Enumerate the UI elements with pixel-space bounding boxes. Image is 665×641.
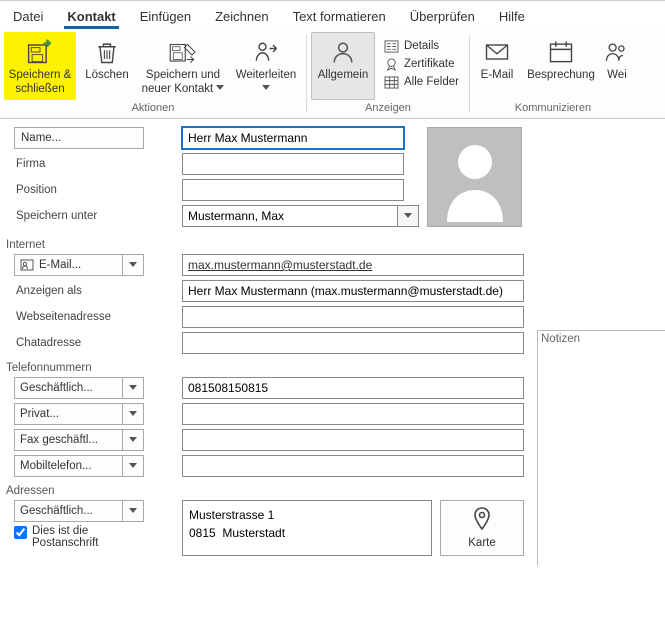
email-type-dropdown[interactable] [122,254,144,276]
menu-tabs: Datei Kontakt Einfügen Zeichnen Text for… [0,0,665,29]
tel-priv-dropdown[interactable] [122,403,144,425]
tel-biz-button[interactable]: Geschäftlich... [14,377,122,399]
postal-checkbox[interactable] [14,526,27,539]
addr-biz-dropdown[interactable] [122,500,144,522]
view-general-label: Allgemein [318,69,369,97]
view-allfields-button[interactable]: Alle Felder [379,74,463,90]
view-allfields-label: Alle Felder [404,76,459,88]
name-button[interactable]: Name... [14,127,144,149]
firma-label: Firma [14,158,144,170]
ribbon-group-komm-label: Kommunizieren [515,100,591,116]
view-sublist: Details Zertifikate Alle Felder [377,32,465,90]
email-type-button[interactable]: E-Mail... [14,254,122,276]
save-close-label: Speichern & schließen [7,69,73,97]
view-details-button[interactable]: Details [379,38,463,54]
postal-checkbox-wrap[interactable]: Dies ist die Postanschrift [14,522,142,549]
forward-label: Weiterleiten [233,69,299,97]
anzeigen-als-input[interactable] [182,280,524,302]
chat-input[interactable] [182,332,524,354]
tab-kontakt[interactable]: Kontakt [64,5,118,29]
speichern-unter-label: Speichern unter [14,210,144,222]
details-icon [383,39,399,53]
view-general-button[interactable]: Allgemein [311,32,375,100]
tel-fax-button[interactable]: Fax geschäftl... [14,429,122,451]
view-details-label: Details [404,40,439,52]
address-input[interactable] [182,500,432,556]
view-certs-label: Zertifikate [404,58,455,70]
ribbon: Speichern & schließen Löschen Speichern … [0,29,665,119]
meeting-label: Besprechung [527,69,595,97]
tel-fax-dropdown[interactable] [122,429,144,451]
tel-biz-dropdown[interactable] [122,377,144,399]
view-certs-button[interactable]: Zertifikate [379,56,463,72]
tab-einfuegen[interactable]: Einfügen [137,5,194,29]
speichern-unter-input[interactable] [182,205,397,227]
email-label: E-Mail [481,69,514,97]
calendar-icon [545,37,577,67]
trash-icon [91,37,123,67]
people-icon [601,37,633,67]
postal-checkbox-label: Dies ist die Postanschrift [32,525,142,549]
name-input[interactable] [182,127,404,149]
tel-mobil-input[interactable] [182,455,524,477]
tab-datei[interactable]: Datei [10,5,46,29]
notes-label: Notizen [538,331,665,347]
ribbon-group-anzeigen: Allgemein Details Zertifikate Alle Felde… [307,29,469,118]
more-comm-label: Wei [607,69,627,97]
tab-zeichnen[interactable]: Zeichnen [212,5,271,29]
delete-label: Löschen [85,69,128,97]
certificate-icon [383,57,399,71]
meeting-button[interactable]: Besprechung [522,32,600,100]
position-label: Position [14,184,144,196]
ribbon-group-kommunizieren: E-Mail Besprechung Wei Kommunizieren [470,29,636,118]
person-icon [327,37,359,67]
tab-text-formatieren[interactable]: Text formatieren [290,5,389,29]
tel-fax-input[interactable] [182,429,524,451]
save-close-button[interactable]: Speichern & schließen [4,32,76,100]
email-type-label: E-Mail... [39,259,81,271]
addr-biz-button[interactable]: Geschäftlich... [14,500,122,522]
tel-priv-input[interactable] [182,403,524,425]
tel-biz-input[interactable] [182,377,524,399]
speichern-unter-dropdown[interactable] [397,205,419,227]
position-input[interactable] [182,179,404,201]
chat-label: Chatadresse [14,337,144,349]
tab-hilfe[interactable]: Hilfe [496,5,528,29]
web-input[interactable] [182,306,524,328]
forward-icon [250,37,282,67]
save-new-contact-button[interactable]: Speichern und neuer Kontakt [138,32,228,100]
section-internet: Internet [6,239,659,251]
envelope-icon [481,37,513,67]
map-pin-icon [471,507,493,534]
tel-mobil-button[interactable]: Mobiltelefon... [14,455,122,477]
ribbon-group-aktionen: Speichern & schließen Löschen Speichern … [0,29,306,118]
anzeigen-als-label: Anzeigen als [14,285,144,297]
email-button[interactable]: E-Mail [474,32,520,100]
tab-ueberpruefen[interactable]: Überprüfen [407,5,478,29]
save-new-icon [167,37,199,67]
contact-photo[interactable] [427,127,522,227]
more-comm-button[interactable]: Wei [602,32,632,100]
contact-card-icon [20,258,34,272]
tel-mobil-dropdown[interactable] [122,455,144,477]
ribbon-group-anzeigen-label: Anzeigen [365,100,411,116]
map-button-label: Karte [468,537,496,549]
tel-priv-button[interactable]: Privat... [14,403,122,425]
ribbon-group-aktionen-label: Aktionen [132,100,175,116]
save-close-icon [24,37,56,67]
email-input[interactable]: max.mustermann@musterstadt.de [182,254,524,276]
delete-button[interactable]: Löschen [78,32,136,100]
forward-button[interactable]: Weiterleiten [230,32,302,100]
table-icon [383,75,399,89]
web-label: Webseitenadresse [14,311,144,323]
map-button[interactable]: Karte [440,500,524,556]
save-new-label: Speichern und neuer Kontakt [141,69,225,97]
notes-panel[interactable]: Notizen [537,330,665,566]
avatar-placeholder-icon [435,132,515,222]
firma-input[interactable] [182,153,404,175]
